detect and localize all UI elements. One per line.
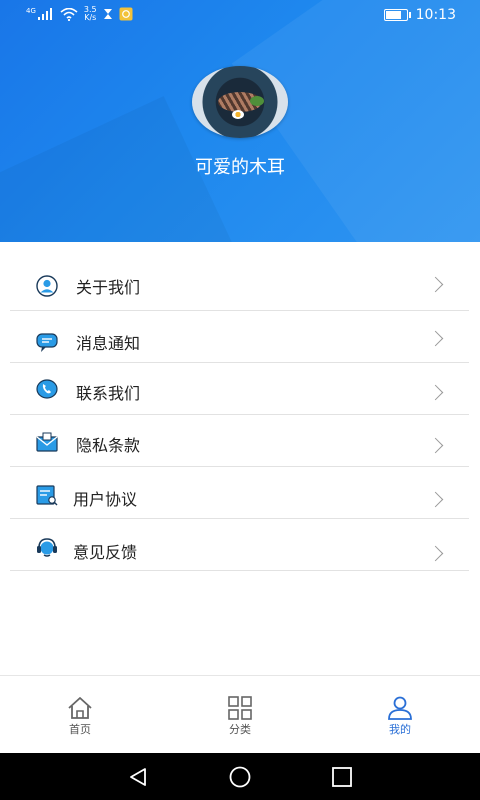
signal-icon	[37, 8, 52, 20]
tab-home[interactable]: 首页	[0, 676, 160, 754]
home-icon	[68, 697, 92, 719]
menu-item-label: 消息通知	[76, 334, 141, 353]
menu-item-label: 联系我们	[76, 384, 141, 403]
tab-mine[interactable]: 我的	[320, 676, 480, 754]
grid-icon	[228, 696, 252, 720]
avatar[interactable]	[192, 66, 288, 138]
menu-item-user-agreement[interactable]: 用户协议	[10, 466, 469, 519]
message-icon	[36, 333, 58, 352]
menu-item-notifications[interactable]: 消息通知	[10, 310, 469, 363]
menu-item-feedback[interactable]: 意见反馈	[10, 518, 469, 571]
menu-item-about[interactable]: 关于我们	[10, 258, 469, 311]
menu-item-label: 关于我们	[76, 278, 141, 297]
menu-item-privacy[interactable]: 隐私条款	[10, 414, 469, 467]
tab-category[interactable]: 分类	[160, 676, 320, 754]
chevron-right-icon	[427, 545, 444, 562]
phone-icon	[36, 379, 58, 399]
chevron-right-icon	[427, 491, 444, 508]
headset-icon	[37, 538, 57, 557]
chevron-right-icon	[427, 437, 444, 454]
network-speed: 3.5 K/s	[83, 5, 97, 22]
menu-item-label: 隐私条款	[76, 436, 141, 455]
username: 可爱的木耳	[195, 157, 285, 178]
bottom-tab-bar: 首页 分类 我的	[0, 675, 480, 754]
network-type: 4G	[26, 7, 36, 15]
tab-label: 我的	[389, 723, 411, 736]
recent-apps-icon[interactable]	[330, 765, 354, 789]
battery-icon	[383, 9, 411, 21]
chevron-right-icon	[427, 384, 444, 401]
menu-item-label: 意见反馈	[73, 543, 138, 562]
chevron-right-icon	[427, 330, 444, 347]
menu-item-contact[interactable]: 联系我们	[10, 362, 469, 415]
clock-time: 10:13	[415, 7, 456, 23]
notification-app-icon	[119, 7, 133, 21]
chevron-right-icon	[427, 276, 444, 293]
document-icon	[36, 485, 58, 506]
home-button-icon[interactable]	[228, 765, 252, 789]
back-icon[interactable]	[126, 765, 150, 789]
system-navigation-bar	[0, 753, 480, 800]
menu-item-label: 用户协议	[73, 490, 138, 509]
wifi-icon	[60, 7, 78, 21]
status-bar: 4G 3.5 K/s 10:13	[0, 0, 480, 32]
user-circle-icon	[36, 275, 58, 297]
envelope-icon	[36, 432, 58, 452]
person-icon	[388, 696, 412, 720]
profile-header: 可爱的木耳	[0, 0, 480, 242]
tab-label: 首页	[69, 723, 91, 736]
hourglass-icon	[103, 9, 112, 19]
tab-label: 分类	[229, 723, 251, 736]
